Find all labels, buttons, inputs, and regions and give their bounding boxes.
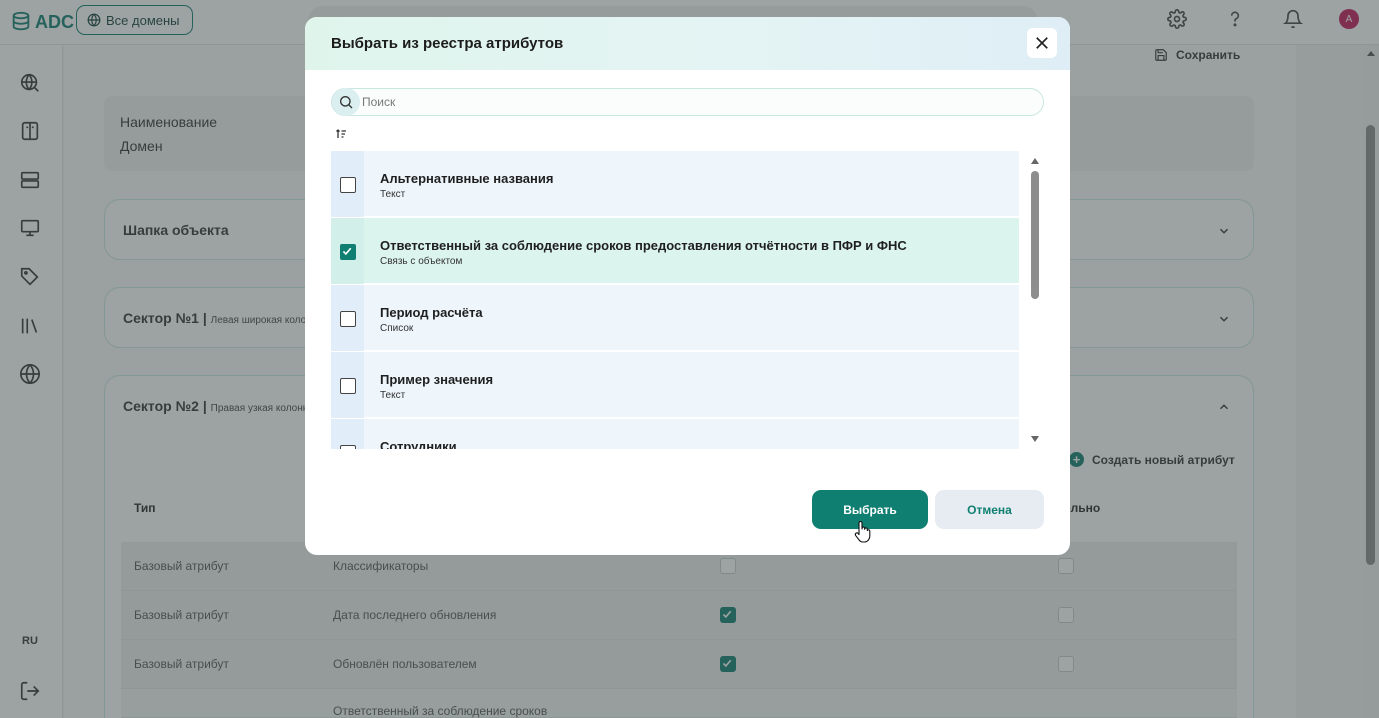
item-name: Сотрудники [380, 439, 457, 449]
item-checkbox[interactable] [340, 445, 356, 449]
item-type: Связь с объектом [380, 256, 463, 267]
item-checkbox[interactable] [340, 177, 356, 193]
list-item[interactable]: Период расчёта Список [331, 285, 1019, 351]
modal-title: Выбрать из реестра атрибутов [331, 35, 564, 52]
scroll-up-arrow-icon[interactable] [1031, 158, 1039, 164]
list-item-selected[interactable]: Ответственный за соблюдение сроков предо… [331, 218, 1019, 284]
list-item[interactable]: Сотрудники [331, 419, 1019, 449]
attribute-list: Альтернативные названия Текст Ответствен… [331, 151, 1019, 449]
item-checkbox[interactable] [340, 378, 356, 394]
close-icon [1036, 37, 1048, 49]
close-button[interactable] [1027, 28, 1057, 58]
list-scrollbar[interactable] [1028, 155, 1042, 445]
item-type: Текст [380, 189, 406, 200]
item-type: Текст [380, 390, 406, 401]
sort-icon[interactable] [335, 127, 347, 139]
item-checkbox-checked[interactable] [340, 244, 356, 260]
search-input[interactable] [360, 89, 1030, 114]
check-icon [342, 247, 352, 256]
modal-header: Выбрать из реестра атрибутов [305, 17, 1070, 70]
attribute-registry-modal: Выбрать из реестра атрибутов Альтернатив… [305, 17, 1070, 555]
search-icon [332, 88, 360, 116]
scrollbar-thumb[interactable] [1031, 171, 1039, 299]
list-item[interactable]: Пример значения Текст [331, 352, 1019, 418]
item-name: Ответственный за соблюдение сроков предо… [380, 238, 907, 253]
search-field[interactable] [331, 88, 1044, 116]
item-checkbox[interactable] [340, 311, 356, 327]
hand-cursor-icon [854, 520, 871, 543]
item-type: Список [380, 323, 414, 334]
item-name: Пример значения [380, 372, 494, 387]
list-item[interactable]: Альтернативные названия Текст [331, 151, 1019, 217]
item-name: Альтернативные названия [380, 171, 554, 186]
scroll-down-arrow-icon[interactable] [1031, 436, 1039, 442]
cancel-button[interactable]: Отмена [935, 490, 1044, 529]
item-name: Период расчёта [380, 305, 483, 320]
